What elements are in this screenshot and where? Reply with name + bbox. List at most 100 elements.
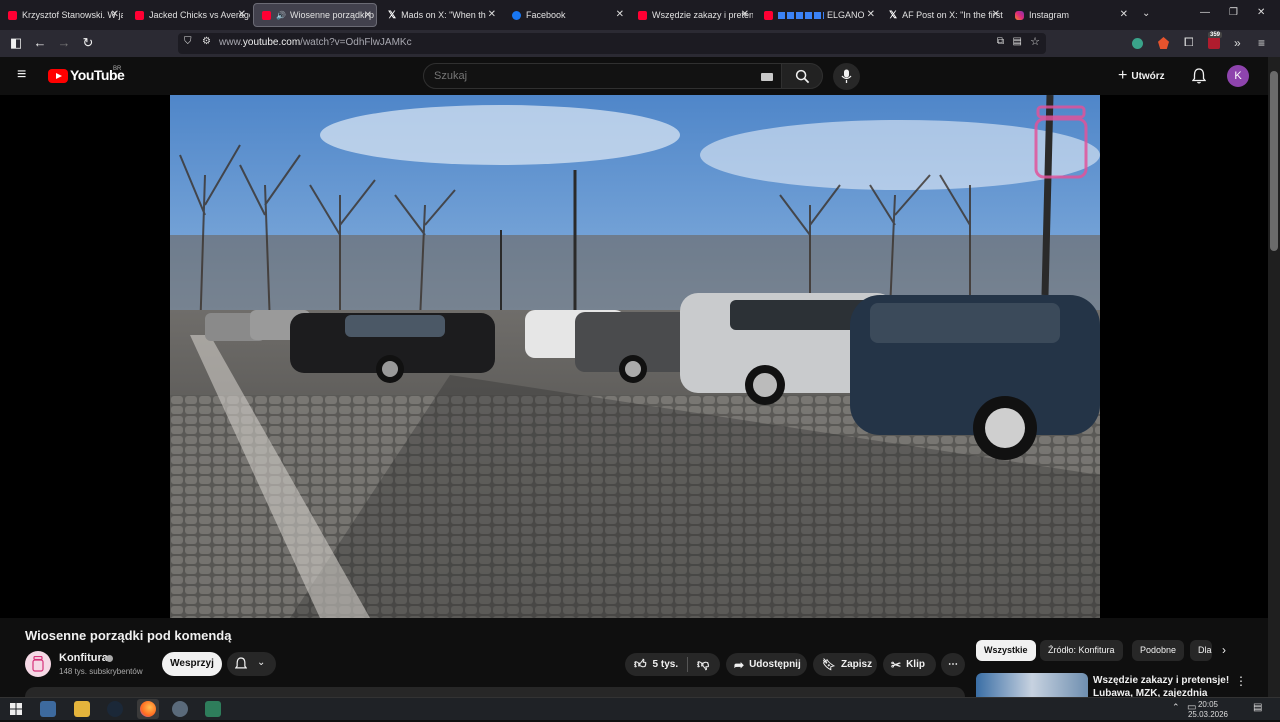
tab-title: Facebook (526, 10, 566, 20)
chevron-right-icon[interactable]: › (1222, 643, 1226, 657)
firefox-taskbar-button[interactable] (137, 699, 159, 719)
back-icon[interactable]: ← (32, 35, 48, 51)
share-button[interactable]: ➦ Udostępnij (726, 653, 807, 676)
bookmark-star-icon[interactable]: ☆ (1030, 35, 1040, 48)
close-icon[interactable]: ✕ (616, 9, 624, 20)
ublock-icon[interactable] (1208, 37, 1220, 49)
page-scrollbar[interactable] (1268, 57, 1280, 697)
youtube-header: ≡ YouTube BR + Utwórz K (0, 57, 1268, 95)
speaker-icon[interactable]: 🔊 (276, 11, 286, 20)
description-box[interactable] (25, 687, 965, 697)
app-icon[interactable] (172, 701, 188, 717)
save-button[interactable]: 🔖︎ Zapisz (813, 653, 877, 676)
tab-title: AF Post on X: "In the first (902, 10, 1003, 20)
extensions-puzzle-icon[interactable]: ⧠ (1184, 35, 1194, 50)
close-icon[interactable]: ✕ (741, 9, 749, 20)
close-icon[interactable]: ✕ (238, 9, 246, 20)
emoji-squares-icon (778, 11, 824, 19)
close-icon[interactable]: ✕ (488, 9, 496, 20)
browser-tab[interactable]: Facebook ✕ (504, 3, 628, 27)
search-box[interactable] (423, 63, 782, 89)
chevron-down-icon: ⌄ (257, 657, 266, 668)
channel-name[interactable]: Konfitura (59, 652, 108, 664)
file-explorer-icon[interactable] (74, 701, 90, 717)
close-icon[interactable]: ✕ (111, 9, 119, 20)
x-icon: 𝕏 (889, 9, 898, 21)
thumbs-down-icon: 👎︎ (697, 657, 710, 671)
browser-toolbar: ◧ ← → ↻ ⛉ ⚙ www.youtube.com/watch?v=OdhF… (0, 30, 1280, 57)
close-icon[interactable]: ✕ (867, 9, 875, 20)
extension-fox-icon[interactable] (1158, 37, 1169, 49)
subscription-bell-button[interactable]: ⌄ (227, 652, 276, 676)
create-label: Utwórz (1131, 70, 1165, 82)
permissions-icon[interactable]: ⚙ (202, 36, 211, 47)
clip-button[interactable]: ✂ Klip (883, 653, 936, 676)
instagram-icon (1015, 10, 1024, 20)
search-button[interactable] (781, 63, 823, 89)
close-icon[interactable]: ✕ (1120, 9, 1128, 20)
restore-icon[interactable]: ❐ (1229, 7, 1238, 18)
recommendation-menu-icon[interactable]: ⋮ (1235, 674, 1247, 688)
notifications-icon[interactable]: ▤ (1253, 702, 1262, 713)
minimize-icon[interactable]: — (1200, 7, 1210, 18)
more-actions-button[interactable]: ⋯ (941, 653, 965, 676)
picture-in-picture-icon[interactable]: ⧉ (997, 36, 1004, 47)
tab-title: Jacked Chicks vs Average (149, 10, 250, 20)
calculator-icon[interactable] (205, 701, 221, 717)
browser-tab[interactable]: Jacked Chicks vs Average ✕ (127, 3, 250, 27)
shield-icon[interactable]: ⛉ (184, 36, 192, 47)
reader-view-icon[interactable]: ▤ (1013, 36, 1022, 47)
address-bar[interactable]: ⛉ ⚙ www.youtube.com/watch?v=OdhFlwJAMKc … (178, 33, 1046, 54)
clock[interactable]: 20:05 25.03.2026 (1188, 700, 1228, 720)
close-window-icon[interactable]: ✕ (1257, 7, 1265, 18)
youtube-icon (638, 10, 647, 20)
search-icon (795, 69, 810, 84)
voice-search-button[interactable] (833, 63, 860, 90)
chip-related[interactable]: Podobne (1132, 640, 1185, 661)
browser-tab[interactable]: 𝕏 Mads on X: "When th ✕ (380, 3, 500, 27)
close-icon[interactable]: ✕ (992, 9, 1000, 20)
extension-shield-icon[interactable] (1132, 38, 1143, 49)
create-button[interactable]: + Utwórz (1118, 65, 1165, 87)
youtube-icon (8, 10, 17, 20)
dislike-button[interactable]: 👎︎ (688, 653, 720, 676)
firefox-icon (140, 701, 156, 717)
chip-source[interactable]: Źródło: Konfitura (1040, 640, 1123, 661)
chip-for-you[interactable]: Dla (1190, 640, 1212, 661)
tray-chevron-icon[interactable]: ⌃ (1172, 702, 1180, 713)
browser-tab[interactable]: 𝕏 AF Post on X: "In the first ✕ (881, 3, 1004, 27)
browser-tab[interactable]: Wszędzie zakazy i preten ✕ (630, 3, 753, 27)
recommendation-title[interactable]: Wszędzie zakazy i pretensje! Lubawa, MZK… (1093, 674, 1233, 697)
overflow-chevrons-icon[interactable]: » (1234, 36, 1241, 50)
account-avatar[interactable]: K (1227, 65, 1249, 87)
browser-tab[interactable]: ELGANO ✕ (756, 3, 879, 27)
save-label: Zapisz (840, 659, 873, 670)
youtube-icon (764, 10, 773, 20)
browser-tab-active[interactable]: 🔊 Wiosenne porządki p ✕ (253, 3, 377, 27)
tab-list-chevron-icon[interactable]: ⌄ (1142, 8, 1150, 19)
keyboard-icon[interactable] (761, 73, 773, 81)
browser-tab[interactable]: Instagram ✕ (1007, 3, 1132, 27)
video-player[interactable] (0, 95, 1268, 618)
notifications-bell-icon[interactable] (1192, 68, 1206, 84)
recommendation-thumbnail[interactable] (976, 673, 1088, 697)
hamburger-menu-icon[interactable]: ≡ (17, 66, 26, 84)
steam-icon[interactable] (107, 701, 123, 717)
youtube-icon (262, 10, 271, 20)
scrollbar-thumb[interactable] (1270, 71, 1278, 251)
support-button[interactable]: Wesprzyj (162, 652, 222, 676)
chip-all[interactable]: Wszystkie (976, 640, 1036, 661)
reload-icon[interactable]: ↻ (80, 35, 96, 51)
desktop-icon[interactable] (40, 701, 56, 717)
video-frame[interactable] (170, 95, 1100, 618)
channel-avatar[interactable] (25, 651, 51, 677)
browser-tab[interactable]: Krzysztof Stanowski. W jaki ✕ (0, 3, 123, 27)
app-menu-icon[interactable]: ≡ (1258, 36, 1265, 50)
forward-icon[interactable]: → (56, 35, 72, 51)
youtube-logo-icon[interactable] (48, 69, 68, 83)
close-icon[interactable]: ✕ (364, 10, 372, 21)
windows-start-icon[interactable] (8, 701, 24, 717)
like-button[interactable]: 👍︎ 5 tys. (625, 653, 687, 676)
search-input[interactable] (434, 70, 734, 82)
sidebar-toggle-icon[interactable]: ◧ (8, 35, 24, 51)
